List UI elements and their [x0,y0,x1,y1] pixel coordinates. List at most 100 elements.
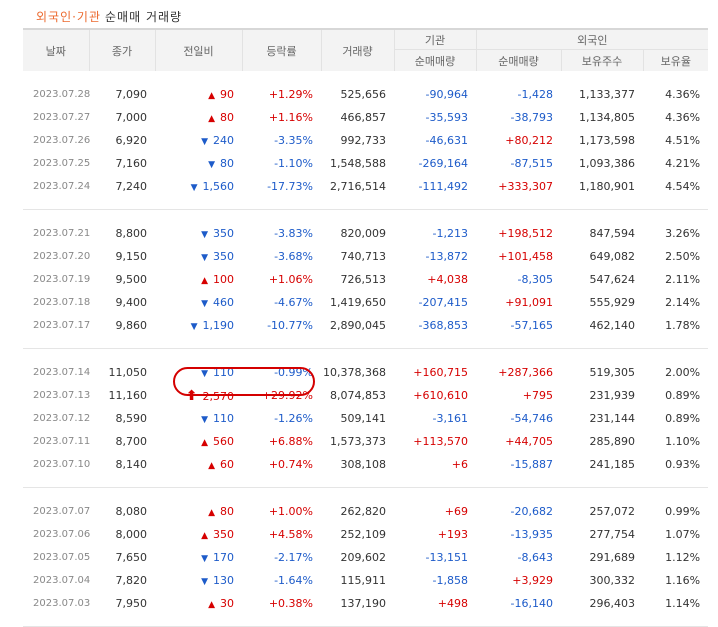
cell-inst-net: -368,853 [418,319,468,332]
change-value: 560 [213,435,234,448]
cell-foreign-net: -87,515 [510,157,553,170]
cell-foreign-hold: 1,134,805 [579,111,635,124]
cell-rate: -0.99% [274,366,313,379]
cell-volume: 252,109 [340,528,387,541]
cell-foreign-hold: 519,305 [589,366,636,379]
change-value: 460 [213,296,234,309]
cell-foreign-ratio: 0.93% [665,458,701,471]
cell-inst-net: -269,164 [418,157,468,170]
cell-foreign-net: +101,458 [498,250,553,263]
cell-rate: +0.74% [268,458,313,471]
cell-foreign-ratio: 0.89% [665,412,701,425]
header-foreign-net: 순매매량 [475,49,561,71]
header-foreign-hold: 보유주수 [560,49,643,71]
cell-foreign-ratio: 4.54% [665,180,701,193]
up-triangle-icon: ▲ [208,91,215,101]
cell-foreign-hold: 1,180,901 [579,180,635,193]
cell-rate: -3.68% [274,250,313,263]
cell-foreign-ratio: 2.11% [665,273,701,286]
cell-change: ▼ 1,190 [155,314,242,337]
cell-close: 7,160 [115,157,148,170]
cell-rate: +6.88% [268,435,313,448]
change-value: 30 [220,597,234,610]
cell-foreign-net: +80,212 [505,134,553,147]
cell-rate: -1.64% [274,574,313,587]
cell-change: ▼ 350 [155,245,242,268]
up-triangle-icon: ▲ [208,114,215,124]
cell-date: 2023.07.07 [33,506,91,517]
cell-volume: 137,190 [340,597,387,610]
cell-change: ▼ 80 [155,152,242,175]
change-value: 130 [213,574,234,587]
change-value: 80 [220,111,234,124]
change-value: 110 [213,412,234,425]
cell-foreign-ratio: 3.26% [665,227,701,240]
cell-volume: 1,573,373 [330,435,386,448]
change-value: 80 [220,157,234,170]
table-row: 2023.07.03 7,950 ▲ 30 +0.38% 137,190 +498 -16,1… [23,592,708,615]
cell-inst-net: -13,872 [425,250,468,263]
change-value: 170 [213,551,234,564]
cell-volume: 2,890,045 [330,319,386,332]
cell-foreign-net: +333,307 [498,180,553,193]
change-value: 240 [213,134,234,147]
cell-foreign-net: +91,091 [505,296,553,309]
table-row: 2023.07.12 8,590 ▼ 110 -1.26% 509,141 -3,161 -5… [23,407,708,430]
cell-change: ▼ 1,560 [155,175,242,198]
cell-inst-net: +498 [437,597,468,610]
cell-date: 2023.07.27 [33,112,91,123]
cell-inst-net: +160,715 [413,366,468,379]
cell-foreign-net: -8,643 [517,551,553,564]
cell-change: ▼ 170 [155,546,242,569]
cell-foreign-hold: 1,093,386 [579,157,635,170]
cell-volume: 820,009 [340,227,387,240]
table-body: 2023.07.28 7,090 ▲ 90 +1.29% 525,656 -90,964 -1… [23,71,709,627]
cell-foreign-hold: 285,890 [589,435,636,448]
cell-volume: 992,733 [340,134,387,147]
title-highlight: 외국인·기관 [36,10,102,24]
cell-change: ▲ 100 [155,268,242,291]
change-value: 350 [213,227,234,240]
cell-foreign-net: -20,682 [510,505,553,518]
cell-foreign-hold: 277,754 [589,528,636,541]
change-value: 60 [220,458,234,471]
cell-inst-net: +4,038 [427,273,468,286]
table-row: 2023.07.05 7,650 ▼ 170 -2.17% 209,602 -13,151 -… [23,546,708,569]
cell-rate: +1.29% [268,88,313,101]
cell-foreign-hold: 291,689 [589,551,636,564]
cell-rate: -3.83% [274,227,313,240]
cell-close: 9,860 [115,319,148,332]
cell-date: 2023.07.18 [33,297,91,308]
cell-close: 9,150 [115,250,148,263]
cell-inst-net: -35,593 [425,111,468,124]
cell-foreign-ratio: 4.36% [665,88,701,101]
table-row: 2023.07.26 6,920 ▼ 240 -3.35% 992,733 -46,631 +… [23,129,708,152]
change-value: 2,570 [202,389,235,403]
cell-foreign-hold: 231,939 [589,389,636,402]
cell-foreign-ratio: 4.21% [665,157,701,170]
change-value: 1,560 [202,180,235,193]
down-triangle-icon: ▼ [208,160,215,170]
cell-foreign-ratio: 0.89% [665,389,701,402]
cell-volume: 262,820 [340,505,387,518]
trading-table: 날짜 종가 전일비 등락률 거래량 기관 외국인 순매매량 순매매량 보유주수 … [23,28,709,627]
cell-inst-net: -1,213 [432,227,468,240]
cell-foreign-hold: 231,144 [589,412,636,425]
cell-volume: 1,419,650 [330,296,386,309]
cell-foreign-net: +44,705 [505,435,553,448]
down-triangle-icon: ▼ [201,230,208,240]
cell-date: 2023.07.13 [33,390,91,401]
page: 외국인·기관 순매매 거래량 날짜 종가 전일비 등락률 거래량 기관 외국인 순… [0,0,718,627]
change-value: 100 [213,273,234,286]
cell-change: ▲ 80 [155,106,242,129]
cell-foreign-net: -16,140 [510,597,553,610]
cell-inst-net: -46,631 [425,134,468,147]
cell-date: 2023.07.12 [33,413,91,424]
cell-foreign-hold: 649,082 [589,250,636,263]
cell-foreign-net: +795 [522,389,553,402]
cell-foreign-ratio: 4.36% [665,111,701,124]
up-triangle-icon: ▲ [208,508,215,518]
cell-foreign-ratio: 1.14% [665,597,701,610]
cell-change: ▼ 240 [155,129,242,152]
table-row: 2023.07.25 7,160 ▼ 80 -1.10% 1,548,588 -269,16… [23,152,708,175]
